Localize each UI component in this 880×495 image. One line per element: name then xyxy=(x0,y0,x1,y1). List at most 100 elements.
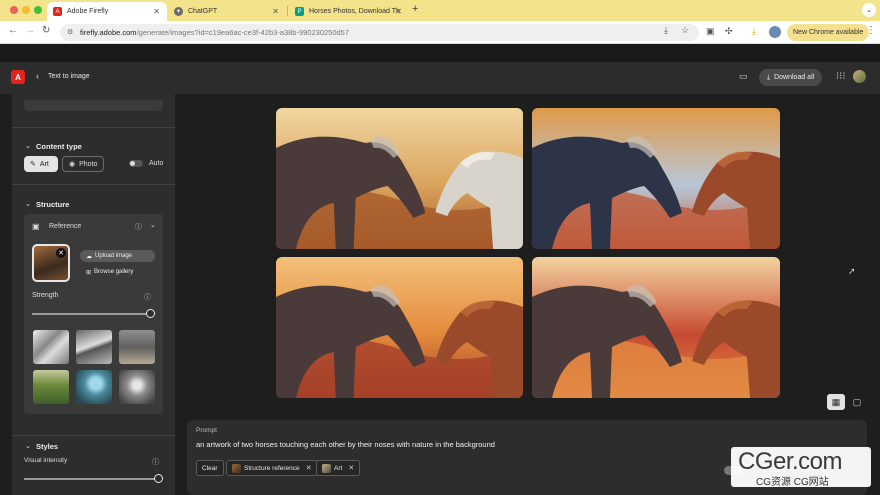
generated-image-2[interactable] xyxy=(532,108,780,249)
watermark-logo-text: CGer.com xyxy=(738,448,843,475)
site-info-icon[interactable]: ⚙ xyxy=(67,28,73,36)
generated-image-3[interactable] xyxy=(276,257,523,398)
structure-preset-thumbnail[interactable] xyxy=(33,370,69,404)
visual-intensity-label: Visual intensity xyxy=(24,457,68,464)
structure-preset-thumbnail[interactable] xyxy=(76,330,112,364)
auto-toggle[interactable] xyxy=(129,160,143,167)
browse-label: Browse gallery xyxy=(94,269,134,275)
tab-search-icon[interactable]: ⌄ xyxy=(862,3,876,17)
structure-preset-thumbnail[interactable] xyxy=(33,330,69,364)
chip-label: Art xyxy=(334,464,343,472)
close-tab-icon[interactable]: ✕ xyxy=(395,7,402,16)
upload-image-button[interactable]: ☁ Upload image xyxy=(80,250,155,262)
info-icon[interactable]: ⓘ xyxy=(144,292,151,302)
download-all-button[interactable]: ⤓ Download all xyxy=(759,69,823,86)
generated-image-4[interactable] xyxy=(532,257,780,398)
visual-intensity-slider-track[interactable] xyxy=(24,478,158,480)
tab-chatgpt[interactable]: ✦ ChatGPT ✕ xyxy=(168,2,286,21)
download-icon: ⤓ xyxy=(767,73,771,81)
chevron-down-icon[interactable]: ⌄ xyxy=(25,200,31,208)
structure-preset-thumbnail[interactable] xyxy=(76,370,112,404)
bookmark-star-icon[interactable]: ☆ xyxy=(681,25,689,36)
auto-label: Auto xyxy=(149,160,164,167)
feedback-chat-icon[interactable]: ▭ xyxy=(739,71,748,82)
strength-slider-thumb[interactable] xyxy=(145,309,155,318)
browser-toolbar: ← → ↻ ⚙ firefly.adobe.com/generate/image… xyxy=(0,21,880,44)
chevron-down-icon[interactable]: ⌄ xyxy=(150,221,156,229)
firefly-header xyxy=(0,62,880,94)
new-chrome-available-button[interactable]: New Chrome available xyxy=(787,24,870,41)
back-icon[interactable]: ← xyxy=(8,25,18,36)
tab-label: ChatGPT xyxy=(188,8,218,15)
photo-label: Photo xyxy=(79,160,98,168)
camera-icon: ◉ xyxy=(69,161,76,168)
browser-tab-strip: A Adobe Firefly ✕ ✦ ChatGPT ✕ P Horses P… xyxy=(0,0,880,21)
browse-gallery-button[interactable]: ⊞ Browse gallery xyxy=(80,266,155,278)
structure-preset-thumbnail[interactable] xyxy=(119,370,155,404)
close-tab-icon[interactable]: ✕ xyxy=(153,7,160,16)
sidebar-divider xyxy=(12,435,175,436)
tab-separator xyxy=(287,6,288,16)
page-title[interactable]: Text to image xyxy=(48,73,90,80)
downloads-icon[interactable]: ⤓ xyxy=(752,26,756,37)
prompt-label: Prompt xyxy=(196,427,217,434)
styles-heading[interactable]: Styles xyxy=(36,442,58,451)
remove-chip-icon[interactable]: ✕ xyxy=(306,464,312,472)
visual-intensity-slider-thumb[interactable] xyxy=(153,474,163,483)
strength-slider-track[interactable] xyxy=(32,313,150,315)
address-bar[interactable]: ⚙ firefly.adobe.com/generate/images?id=c… xyxy=(60,24,699,41)
apps-grid-icon[interactable]: ⁝⁝⁝ xyxy=(836,71,846,82)
clear-button[interactable]: Clear xyxy=(196,460,224,476)
info-icon[interactable]: ⓘ xyxy=(152,457,159,467)
download-icon[interactable]: ⤓ xyxy=(664,25,668,36)
generated-image-1[interactable] xyxy=(276,108,523,249)
chevron-down-icon[interactable]: ⌄ xyxy=(25,442,31,450)
sidebar-divider xyxy=(12,127,175,128)
profile-avatar[interactable] xyxy=(769,26,781,38)
tab-horses-photos[interactable]: P Horses Photos, Download Th ✕ xyxy=(289,2,409,21)
chevron-down-icon[interactable]: ⌄ xyxy=(25,142,31,150)
extension-icon[interactable]: ▣ xyxy=(706,26,715,37)
art-label: Art xyxy=(39,160,49,168)
adobe-logo[interactable]: A xyxy=(11,70,25,84)
minimize-window-icon[interactable] xyxy=(22,6,30,14)
tab-adobe-firefly[interactable]: A Adobe Firefly ✕ xyxy=(47,2,167,21)
forward-icon[interactable]: → xyxy=(25,25,35,36)
url-host: firefly.adobe.com xyxy=(80,28,137,37)
grid-view-icon[interactable]: ▦ xyxy=(827,394,845,410)
content-type-heading[interactable]: Content type xyxy=(36,142,82,151)
close-window-icon[interactable] xyxy=(10,6,18,14)
tab-label: Adobe Firefly xyxy=(67,8,109,15)
chip-label: Structure reference xyxy=(244,464,300,472)
structure-heading[interactable]: Structure xyxy=(36,200,69,209)
sidebar-divider xyxy=(12,184,175,185)
user-avatar[interactable] xyxy=(853,70,866,83)
photo-button[interactable]: ◉ Photo xyxy=(62,156,104,172)
reload-icon[interactable]: ↻ xyxy=(42,25,50,36)
puzzle-extensions-icon[interactable]: ✣ xyxy=(725,26,733,37)
new-tab-icon[interactable]: + xyxy=(412,3,418,15)
url-path: /generate/images?id=c19ea6ac-ce3f-42b3-a… xyxy=(136,28,350,37)
download-all-label: Download all xyxy=(774,74,815,81)
maximize-window-icon[interactable] xyxy=(34,6,42,14)
pexels-favicon-icon: P xyxy=(295,7,304,16)
reference-label: Reference xyxy=(49,223,82,230)
art-button[interactable]: ✎ Art xyxy=(24,156,58,172)
chrome-menu-icon[interactable]: ⋮ xyxy=(866,25,876,36)
watermark-subtext: CG资源 CG网站 xyxy=(756,477,829,488)
info-icon[interactable]: ⓘ xyxy=(135,222,142,232)
prompt-input[interactable]: an artwork of two horses touching each o… xyxy=(196,440,495,449)
single-view-icon[interactable]: ▢ xyxy=(848,394,866,410)
strength-label: Strength xyxy=(32,292,59,299)
reference-image-icon: ▣ xyxy=(32,222,40,231)
structure-reference-chip[interactable]: Structure reference ✕ xyxy=(226,460,318,476)
close-tab-icon[interactable]: ✕ xyxy=(272,7,279,16)
structure-reference-thumb xyxy=(232,463,241,473)
structure-preset-thumbnail[interactable] xyxy=(119,330,155,364)
upload-cloud-icon: ☁ xyxy=(86,253,92,260)
art-chip[interactable]: Art ✕ xyxy=(316,460,361,476)
back-arrow-icon[interactable]: ‹ xyxy=(36,71,39,81)
art-chip-thumb xyxy=(322,463,331,473)
remove-chip-icon[interactable]: ✕ xyxy=(348,464,354,472)
remove-reference-icon[interactable]: ✕ xyxy=(56,248,66,258)
